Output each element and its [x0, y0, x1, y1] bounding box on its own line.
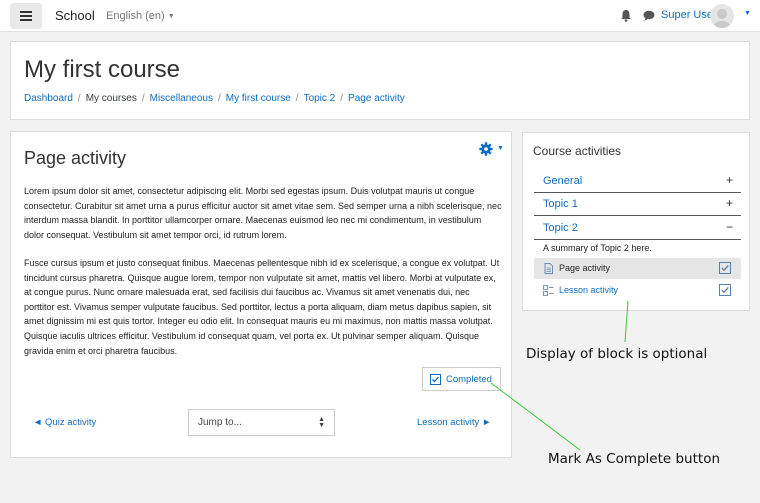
block-annotation: Display of block is optional: [526, 346, 708, 362]
annotation-lines: [490, 300, 629, 451]
block-callout-line: [624, 300, 629, 343]
button-callout-line: [490, 382, 581, 451]
button-annotation: Mark As Complete button: [548, 451, 721, 467]
